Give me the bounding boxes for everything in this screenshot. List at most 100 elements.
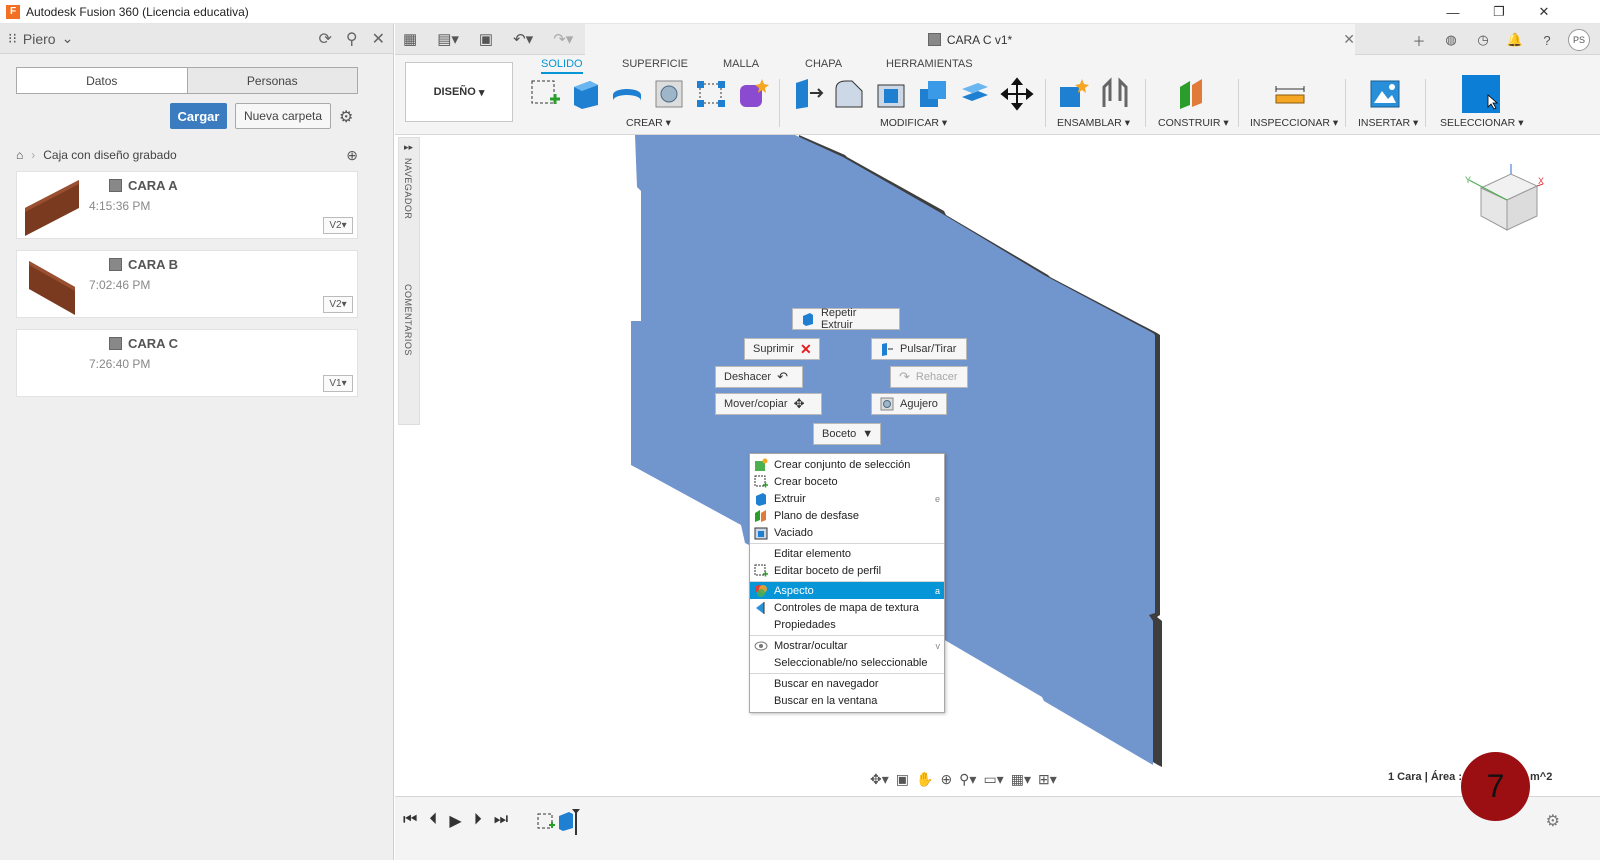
user-avatar[interactable]: PS bbox=[1568, 29, 1590, 51]
menu-item-shell[interactable]: Vaciado bbox=[750, 524, 944, 541]
group-ensamblar[interactable]: ENSAMBLAR ▾ bbox=[1057, 117, 1130, 129]
sketch-dropdown[interactable]: Boceto ▼ bbox=[813, 423, 881, 445]
group-inspeccionar[interactable]: INSPECCIONAR ▾ bbox=[1250, 117, 1338, 129]
home-icon[interactable]: ⌂ bbox=[16, 148, 23, 162]
job-status-icon[interactable]: ◷ bbox=[1472, 29, 1494, 51]
refresh-icon[interactable]: ⟳ bbox=[318, 29, 331, 49]
globe-icon[interactable]: ⊕ bbox=[346, 147, 358, 164]
grid-settings-icon[interactable]: ▦▾ bbox=[1011, 771, 1031, 788]
menu-item-extrude[interactable]: Extruir e bbox=[750, 490, 944, 507]
breadcrumb-project[interactable]: Caja con diseño grabado bbox=[43, 148, 176, 162]
tab-superficie[interactable]: SUPERFICIE bbox=[622, 58, 688, 70]
upload-button[interactable]: Cargar bbox=[170, 103, 227, 129]
comments-label[interactable]: COMENTARIOS bbox=[403, 284, 413, 356]
expand-icon[interactable]: ▸▸ bbox=[404, 142, 413, 153]
menu-item-texture-map-controls[interactable]: Controles de mapa de textura bbox=[750, 599, 944, 616]
undo-icon[interactable]: ↶▾ bbox=[513, 30, 533, 48]
move-icon[interactable] bbox=[1000, 77, 1034, 111]
close-tab-icon[interactable]: ✕ bbox=[1343, 31, 1355, 48]
repeat-extrude-button[interactable]: Repetir Extruir bbox=[792, 307, 900, 331]
version-dropdown[interactable]: V2 ▾ bbox=[323, 217, 353, 234]
save-icon[interactable]: ▣ bbox=[479, 30, 493, 48]
shell-icon[interactable] bbox=[874, 77, 908, 111]
revolve-icon[interactable] bbox=[610, 77, 644, 111]
version-dropdown[interactable]: V2 ▾ bbox=[323, 296, 353, 313]
group-modificar[interactable]: MODIFICAR ▾ bbox=[880, 117, 947, 129]
display-settings-icon[interactable]: ▭▾ bbox=[983, 771, 1003, 788]
close-icon[interactable]: ✕ bbox=[372, 29, 385, 49]
offset-plane-icon[interactable] bbox=[1174, 77, 1208, 111]
minimize-button[interactable]: — bbox=[1430, 0, 1476, 24]
combine-icon[interactable] bbox=[916, 77, 950, 111]
extensions-icon[interactable]: ◍ bbox=[1440, 29, 1462, 51]
tab-personas[interactable]: Personas bbox=[186, 68, 357, 93]
help-icon[interactable]: ? bbox=[1536, 29, 1558, 51]
menu-item-appearance[interactable]: Aspecto a bbox=[750, 582, 944, 599]
timeline-features[interactable] bbox=[535, 807, 585, 837]
timeline-settings-icon[interactable]: ⚙ bbox=[1546, 811, 1560, 831]
look-at-icon[interactable]: ▣ bbox=[896, 771, 909, 788]
file-card[interactable]: CARA A 4:15:36 PM V2 ▾ bbox=[16, 171, 358, 239]
notifications-icon[interactable]: 🔔 bbox=[1504, 29, 1526, 51]
menu-item-edit-profile-sketch[interactable]: Editar boceto de perfil bbox=[750, 562, 944, 579]
new-component-icon[interactable] bbox=[1056, 77, 1090, 111]
zoom-icon[interactable]: ⊕ bbox=[940, 771, 952, 788]
menu-item-find-in-window[interactable]: Buscar en la ventana bbox=[750, 692, 944, 709]
hole-button[interactable]: Agujero bbox=[871, 393, 947, 415]
file-card[interactable]: CARA C 7:26:40 PM V1 ▾ bbox=[16, 329, 358, 397]
menu-item-create-sketch[interactable]: Crear boceto bbox=[750, 473, 944, 490]
step-forward-icon[interactable]: ⏵ bbox=[474, 811, 482, 831]
undo-button[interactable]: Deshacer ↶ bbox=[715, 366, 803, 388]
restore-button[interactable]: ❐ bbox=[1476, 0, 1522, 24]
insert-image-icon[interactable] bbox=[1368, 77, 1402, 111]
orbit-icon[interactable]: ✥▾ bbox=[870, 771, 889, 788]
workspace-selector[interactable]: DISEÑO ▾ bbox=[405, 62, 513, 122]
menu-item-properties[interactable]: Propiedades bbox=[750, 616, 944, 633]
joint-icon[interactable] bbox=[1098, 77, 1132, 111]
tab-malla[interactable]: MALLA bbox=[723, 58, 759, 70]
fillet-icon[interactable] bbox=[832, 77, 866, 111]
document-tab[interactable]: CARA C v1* ✕ bbox=[585, 24, 1355, 55]
form-icon[interactable] bbox=[736, 77, 770, 111]
new-tab-icon[interactable]: ＋ bbox=[1408, 29, 1430, 51]
suppress-button[interactable]: Suprimir ✕ bbox=[744, 338, 820, 360]
navigator-strip[interactable]: ▸▸ NAVEGADOR COMENTARIOS bbox=[398, 137, 420, 425]
tab-datos[interactable]: Datos bbox=[17, 68, 187, 93]
gear-icon[interactable]: ⚙ bbox=[339, 107, 353, 127]
file-card[interactable]: CARA B 7:02:46 PM V2 ▾ bbox=[16, 250, 358, 318]
group-insertar[interactable]: INSERTAR ▾ bbox=[1358, 117, 1418, 129]
new-folder-button[interactable]: Nueva carpeta bbox=[235, 103, 331, 129]
view-cube[interactable]: Y X bbox=[1465, 160, 1545, 240]
select-icon[interactable] bbox=[1462, 75, 1500, 113]
tab-chapa[interactable]: CHAPA bbox=[805, 58, 842, 70]
group-seleccionar[interactable]: SELECCIONAR ▾ bbox=[1440, 117, 1523, 129]
zoom-window-icon[interactable]: ⚲▾ bbox=[959, 771, 976, 788]
offset-face-icon[interactable] bbox=[958, 77, 992, 111]
version-dropdown[interactable]: V1 ▾ bbox=[323, 375, 353, 392]
viewport-canvas[interactable]: Y X ▸▸ NAVEGADOR COMENTARIOS Repetir Ext… bbox=[395, 135, 1600, 795]
step-back-icon[interactable]: ⏴ bbox=[429, 811, 437, 831]
menu-item-find-in-browser[interactable]: Buscar en navegador bbox=[750, 675, 944, 692]
go-to-start-icon[interactable]: ⏮ bbox=[403, 811, 417, 831]
pattern-icon[interactable] bbox=[694, 77, 728, 111]
navigator-label[interactable]: NAVEGADOR bbox=[403, 158, 413, 219]
hole-icon[interactable] bbox=[652, 77, 686, 111]
group-crear[interactable]: CREAR ▾ bbox=[626, 117, 671, 129]
menu-item-offset-plane[interactable]: Plano de desfase bbox=[750, 507, 944, 524]
redo-button[interactable]: ↷ Rehacer bbox=[890, 366, 968, 388]
grid-icon[interactable]: ▦ bbox=[403, 30, 417, 48]
extrude-icon[interactable] bbox=[568, 77, 602, 111]
pan-icon[interactable]: ✋ bbox=[916, 771, 933, 788]
viewports-icon[interactable]: ⊞▾ bbox=[1038, 771, 1057, 788]
press-pull-icon[interactable] bbox=[790, 77, 824, 111]
user-selector[interactable]: ⁝⁝ Piero ⌄ bbox=[8, 30, 73, 47]
play-icon[interactable]: ▶ bbox=[449, 811, 461, 831]
menu-item-edit-feature[interactable]: Editar elemento bbox=[750, 545, 944, 562]
search-icon[interactable]: ⚲ bbox=[346, 29, 358, 49]
go-to-end-icon[interactable]: ⏭ bbox=[494, 811, 508, 831]
press-pull-button[interactable]: Pulsar/Tirar bbox=[871, 338, 967, 360]
create-sketch-icon[interactable] bbox=[528, 77, 562, 111]
menu-item-show-hide[interactable]: Mostrar/ocultar v bbox=[750, 637, 944, 654]
close-button[interactable]: ✕ bbox=[1521, 0, 1567, 24]
tab-solido[interactable]: SOLIDO bbox=[541, 58, 583, 74]
